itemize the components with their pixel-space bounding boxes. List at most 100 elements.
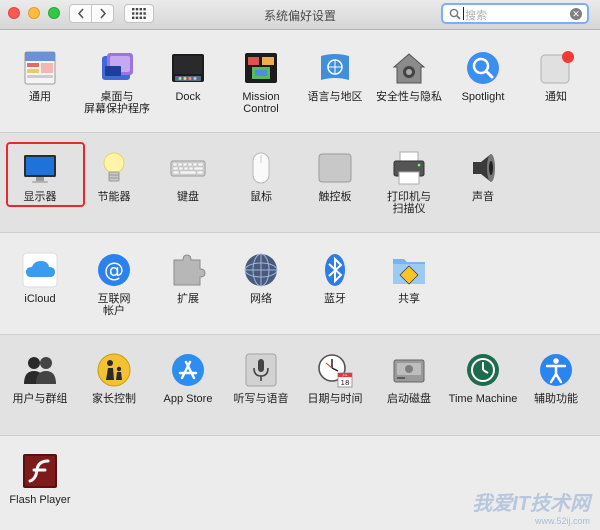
puzzle-icon — [170, 252, 206, 288]
pref-icloud[interactable]: iCloud — [2, 252, 78, 305]
house-lock-icon — [391, 50, 427, 86]
parental-controls-icon — [96, 352, 132, 388]
calendar-day: 18 — [341, 379, 350, 387]
pref-mission-control[interactable]: Mission Control — [223, 50, 299, 115]
pref-label: Dock — [175, 91, 201, 103]
text-caret — [463, 7, 464, 20]
at-sign-icon: @ — [96, 252, 132, 288]
pref-label: 启动磁盘 — [387, 393, 431, 405]
pref-app-store[interactable]: App Store — [150, 352, 226, 405]
pref-label: 触控板 — [318, 191, 352, 203]
watermark: 我爱IT技术网 www.52ij.com — [472, 487, 590, 526]
pref-label: 日期与时间 — [307, 393, 363, 405]
sharing-folder-icon — [391, 252, 427, 288]
pref-sound[interactable]: 声音 — [445, 150, 521, 203]
clear-icon[interactable]: ✕ — [570, 8, 582, 20]
keyboard-icon — [170, 150, 206, 186]
pref-network[interactable]: 网络 — [223, 252, 299, 305]
pref-printers-scanners[interactable]: 打印机与 扫描仪 — [371, 150, 447, 215]
pref-label: 语言与地区 — [307, 91, 363, 103]
accessibility-icon — [538, 352, 574, 388]
pref-label: 打印机与 扫描仪 — [387, 191, 431, 215]
pref-accessibility[interactable]: 辅助功能 — [518, 352, 594, 405]
pref-label: 蓝牙 — [324, 293, 346, 305]
desktop-screensaver-icon — [99, 50, 135, 86]
pref-extensions[interactable]: 扩展 — [150, 252, 226, 305]
pref-date-time[interactable]: JUL 18 日期与时间 — [297, 352, 373, 405]
pref-label: 听写与语音 — [233, 393, 289, 405]
pref-sharing[interactable]: 共享 — [371, 252, 447, 305]
hard-disk-icon — [391, 352, 427, 388]
pref-energy-saver[interactable]: 节能器 — [76, 150, 152, 203]
pref-label: 扩展 — [177, 293, 199, 305]
general-icon — [22, 50, 58, 86]
watermark-url: www.52ij.com — [534, 516, 590, 526]
pref-keyboard[interactable]: 键盘 — [150, 150, 226, 203]
pref-notifications[interactable]: 通知 — [518, 50, 594, 103]
pref-time-machine[interactable]: Time Machine — [445, 352, 521, 405]
network-globe-icon — [243, 252, 279, 288]
pref-flash-player[interactable]: Flash Player — [2, 453, 78, 506]
pref-label: 通知 — [545, 91, 567, 103]
pref-mouse[interactable]: 鼠标 — [223, 150, 299, 203]
pref-internet-accounts[interactable]: @ 互联网 帐户 — [76, 252, 152, 317]
users-icon — [22, 352, 58, 388]
pref-label: Time Machine — [448, 393, 518, 405]
icloud-icon — [22, 252, 58, 288]
pref-label: iCloud — [24, 293, 56, 305]
printer-icon — [391, 150, 427, 186]
clock-calendar-icon: JUL 18 — [317, 352, 353, 388]
search-icon — [449, 8, 461, 20]
pref-label: 家长控制 — [92, 393, 136, 405]
pref-label: Mission Control — [242, 91, 280, 115]
pref-dictation-speech[interactable]: 听写与语音 — [223, 352, 299, 405]
lightbulb-icon — [96, 150, 132, 186]
mouse-icon — [243, 150, 279, 186]
pref-label: 安全性与隐私 — [376, 91, 442, 103]
pref-label: Spotlight — [461, 91, 505, 103]
app-store-icon — [170, 352, 206, 388]
calendar-month: JUL — [342, 373, 348, 377]
pref-parental-controls[interactable]: 家长控制 — [76, 352, 152, 405]
pref-label: 共享 — [398, 293, 420, 305]
pref-label: 辅助功能 — [534, 393, 578, 405]
pref-label: 桌面与 屏幕保护程序 — [84, 91, 150, 115]
pref-label: 鼠标 — [250, 191, 272, 203]
pref-label: 互联网 帐户 — [97, 293, 131, 317]
dock-icon — [170, 50, 206, 86]
pref-label: 网络 — [250, 293, 272, 305]
pref-language-region[interactable]: 语言与地区 — [297, 50, 373, 103]
pref-security-privacy[interactable]: 安全性与隐私 — [371, 50, 447, 103]
trackpad-icon — [317, 150, 353, 186]
flash-player-icon — [22, 453, 58, 489]
toolbar: 系统偏好设置 搜索 ✕ — [0, 0, 600, 30]
pref-startup-disk[interactable]: 启动磁盘 — [371, 352, 447, 405]
speaker-icon — [465, 150, 501, 186]
search-field[interactable]: 搜索 ✕ — [441, 3, 589, 24]
pref-spotlight[interactable]: Spotlight — [445, 50, 521, 103]
microphone-icon — [243, 352, 279, 388]
pref-users-groups[interactable]: 用户与群组 — [2, 352, 78, 405]
notifications-icon — [538, 50, 574, 86]
pref-label: Flash Player — [9, 494, 71, 506]
search-placeholder: 搜索 — [465, 10, 487, 22]
pref-label: 声音 — [472, 191, 494, 203]
watermark-title: 我爱IT技术网 — [472, 493, 590, 515]
time-machine-icon — [465, 352, 501, 388]
pref-general[interactable]: 通用 — [2, 50, 78, 103]
svg-text:@: @ — [104, 258, 124, 282]
pref-desktop[interactable]: 桌面与 屏幕保护程序 — [79, 50, 155, 115]
pref-label: 节能器 — [97, 191, 131, 203]
spotlight-magnifier-icon — [465, 50, 501, 86]
pref-dock[interactable]: Dock — [150, 50, 226, 103]
mission-control-icon — [243, 50, 279, 86]
displays-highlight-box — [6, 142, 85, 207]
pref-label: App Store — [163, 393, 213, 405]
pref-label: 键盘 — [177, 191, 199, 203]
pref-bluetooth[interactable]: 蓝牙 — [297, 252, 373, 305]
un-flag-icon — [317, 50, 353, 86]
pref-trackpad[interactable]: 触控板 — [297, 150, 373, 203]
pref-label: 用户与群组 — [12, 393, 68, 405]
pref-label: 通用 — [29, 91, 51, 103]
bluetooth-icon — [317, 252, 353, 288]
